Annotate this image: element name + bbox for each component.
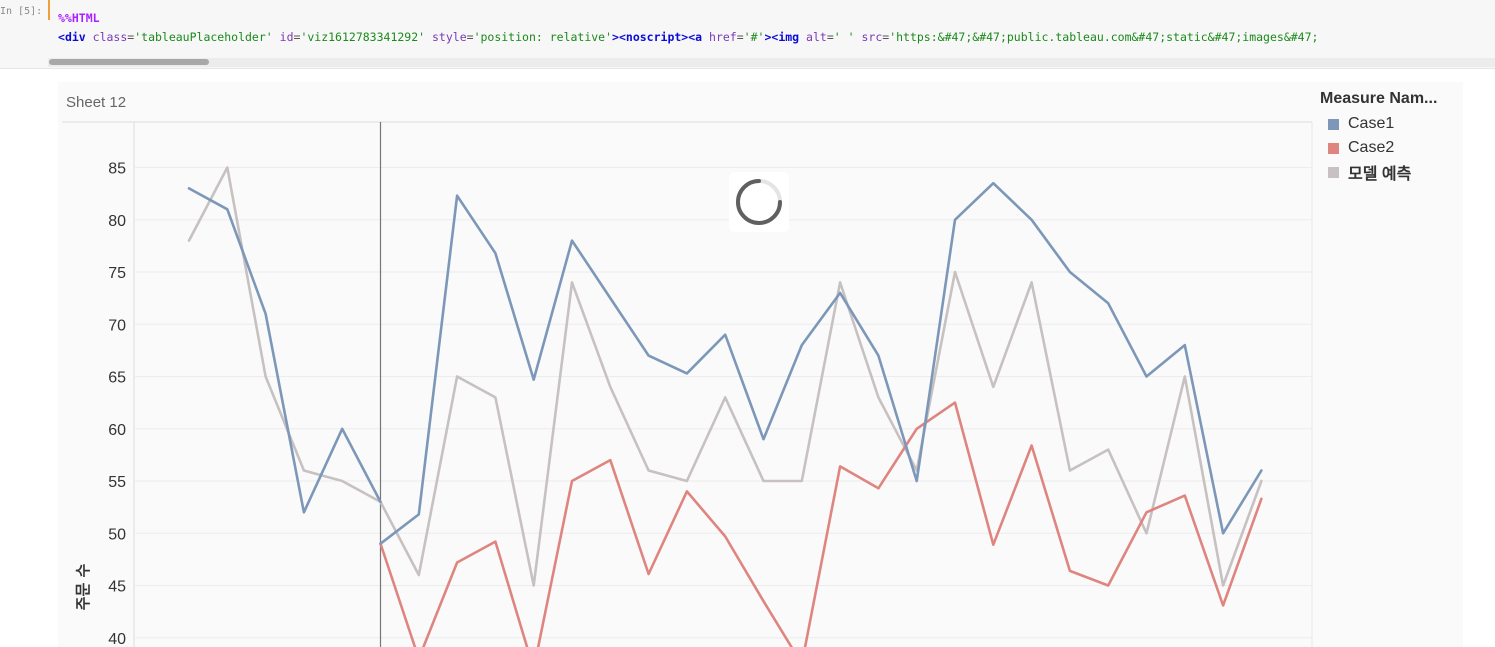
y-tick-label: 65 [108,370,126,387]
legend-item[interactable]: Case2 [1320,136,1480,160]
line-chart: 85 80 75 70 65 60 55 50 45 40 주문 수 [62,121,1313,647]
series-line-case1 [379,181,1263,545]
loading-spinner [729,172,789,232]
legend-swatch [1328,142,1339,154]
y-tick-label: 55 [108,474,126,491]
legend-title[interactable]: Measure Nam... [1320,90,1480,108]
legend-items: Case1 Case2 모델 예측 [1320,112,1480,184]
notebook-cell: In [5]: %%HTML <div class = 'tableauPlaceh… [0,0,1495,69]
legend-label: Case2 [1348,139,1395,156]
horizontal-scrollbar[interactable] [48,58,1495,67]
code-token: = [736,30,744,44]
code-token: < [58,30,65,44]
tableau-viz: Sheet 12 85 80 75 70 65 60 55 50 45 40 주문 수 Measur… [58,82,1463,647]
series-line-case1 [187,187,382,514]
code-token: '#' [743,30,765,44]
code-token: ' ' [833,30,855,44]
code-token: id [279,30,294,44]
legend-label: Case1 [1348,115,1395,132]
code-token: >< [764,30,779,44]
magic-command: %%HTML [58,11,100,25]
code-token: 'position: relative' [473,30,613,44]
code-token: src [861,30,883,44]
code-token: alt [806,30,827,44]
legend: Measure Nam... Case1 Case2 모델 예측 [1320,90,1480,184]
legend-item[interactable]: Case1 [1320,112,1480,136]
code-token: href [709,30,737,44]
y-tick-label: 75 [108,265,126,282]
legend-label: 모델 예측 [1348,166,1412,183]
code-token: 'https:&#47;&#47;public.tableau.com&#47;… [889,30,1319,44]
code-token: class [92,30,128,44]
code-token: >< [681,30,696,44]
y-axis-title: 주문 수 [74,563,92,610]
cell-prompt: In [5]: [0,6,43,17]
legend-swatch [1328,166,1339,178]
y-tick-label: 40 [108,631,126,647]
code-token: style [432,30,467,44]
code-token: 'tableauPlaceholder' [134,30,273,44]
y-tick-label: 80 [108,213,126,230]
code-token: = [466,30,474,44]
code-token: noscript [625,30,682,44]
spinner-icon [736,179,782,225]
code-token: 'viz1612783341292' [300,30,426,44]
scrollbar-thumb[interactable] [49,59,209,65]
code-token: img [778,30,800,44]
y-tick-label: 85 [108,161,126,178]
code-token: = [826,30,834,44]
cell-edit-indicator [48,0,50,20]
legend-item[interactable]: 모델 예측 [1320,160,1480,184]
code-token: div [64,30,86,44]
legend-swatch [1328,118,1339,130]
y-tick-label: 70 [108,317,126,334]
y-tick-label: 50 [108,526,126,543]
code-line-html[interactable]: <div class = 'tableauPlaceholder' id = 'viz1… [58,30,1483,44]
y-tick-label: 60 [108,422,126,439]
y-tick-label: 45 [108,579,126,596]
series-line-case2 [379,401,1263,647]
code-line-magic[interactable]: %%HTML [58,11,100,25]
code-token: >< [612,30,626,44]
